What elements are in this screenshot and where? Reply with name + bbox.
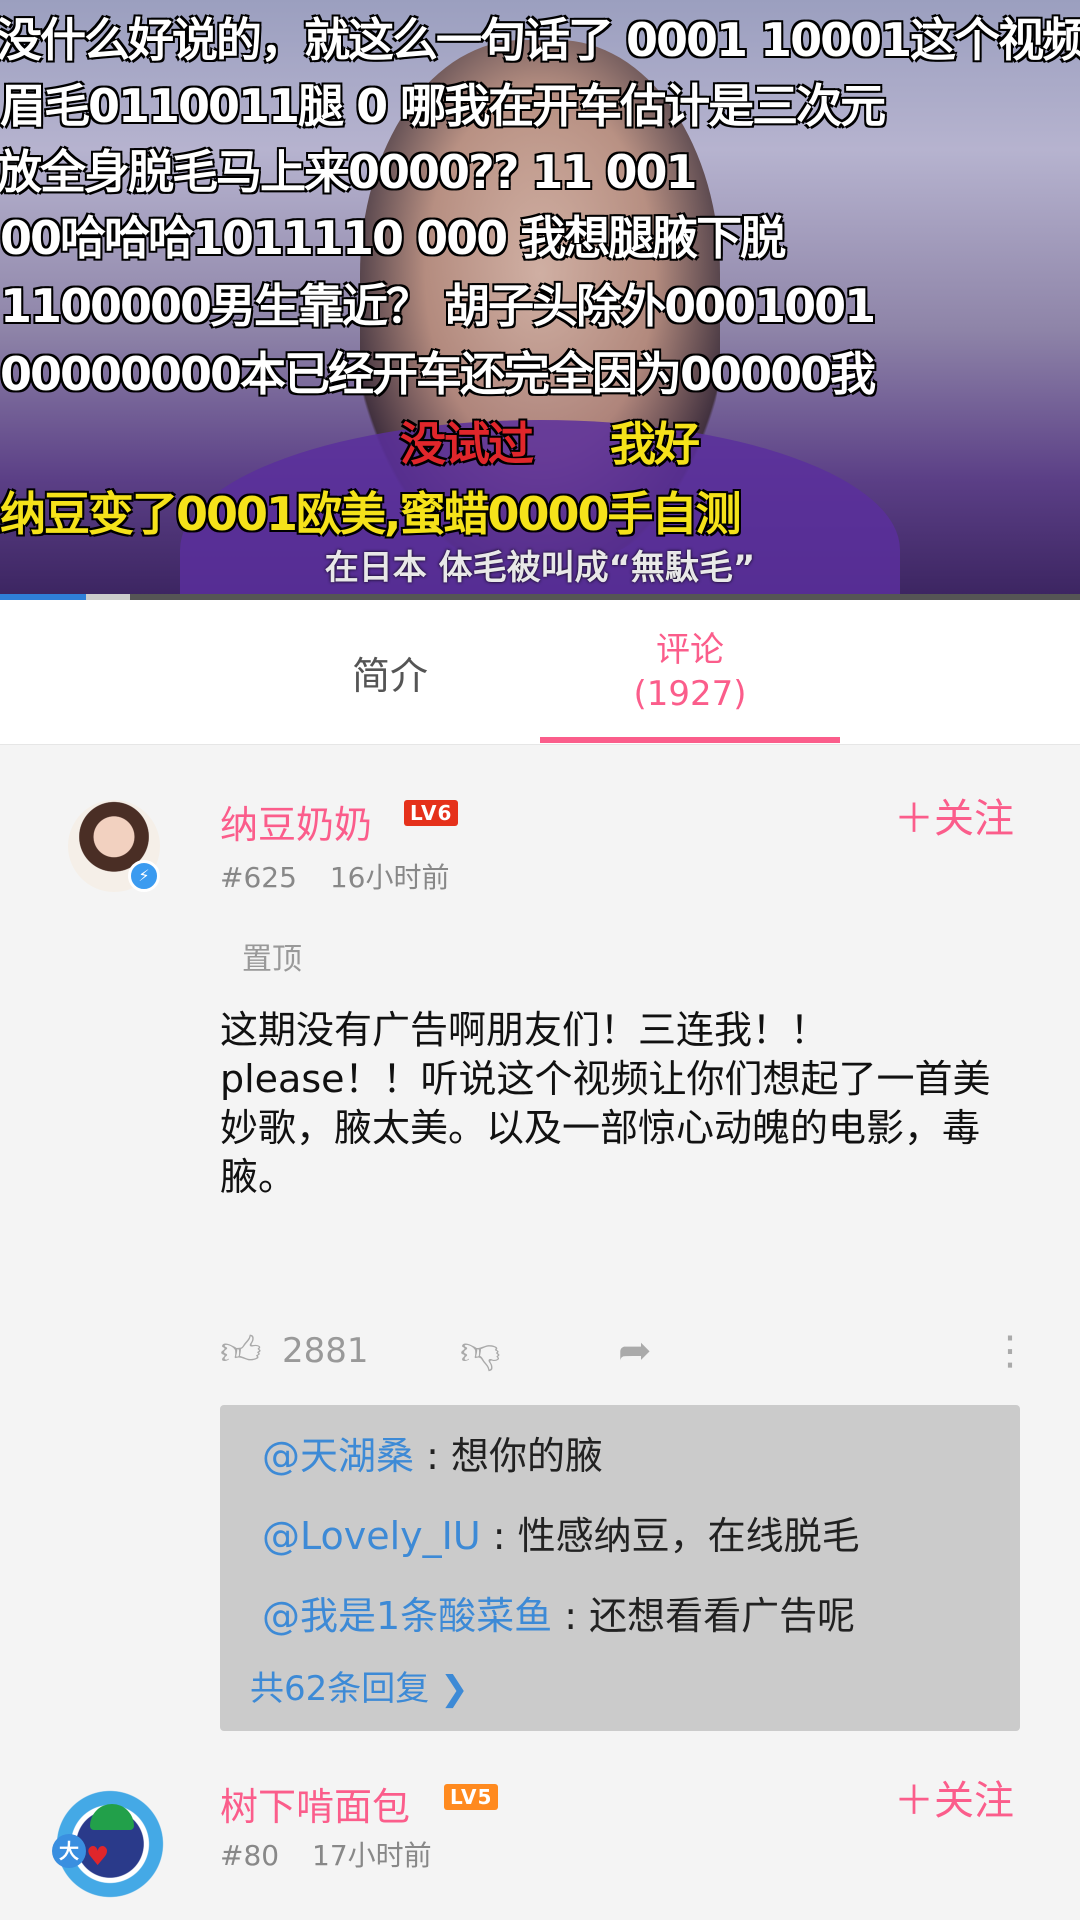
comment-floor: #80 xyxy=(220,1839,280,1872)
video-player[interactable]: 没什么好说的，就这么一句话了 0001 10001这个视频 眉毛0110011腿… xyxy=(0,0,1080,600)
comment-actions: 👍︎ 2881 👎︎ ➦ ⋮ xyxy=(220,1326,1030,1376)
comment-floor: #625 xyxy=(220,861,297,894)
tab-intro[interactable]: 简介 xyxy=(240,600,540,744)
danmaku-line: 眉毛0110011腿 0 哪我在开车估计是三次元 xyxy=(0,79,886,133)
reply-username[interactable]: @我是1条酸菜鱼 xyxy=(262,1594,552,1638)
like-icon[interactable]: 👍︎ xyxy=(220,1326,262,1376)
video-subtitle: 在日本 体毛被叫成“無駄毛” xyxy=(324,548,756,588)
danmaku-line: 00哈哈哈1011110 000 我想腿腋下脱 xyxy=(0,211,786,265)
comment-time: 17小时前 xyxy=(312,1839,432,1872)
reply-item[interactable]: @天湖桑 : 想你的腋 xyxy=(262,1425,603,1480)
comment-username[interactable]: 树下啃面包 xyxy=(220,1776,410,1831)
comment-meta: #80 17小时前 xyxy=(220,1834,456,1874)
tab-comments-count: (1927) xyxy=(633,674,747,714)
reply-text: : 还想看看广告呢 xyxy=(552,1594,856,1638)
danmaku-line: 纳豆变了0001欧美,蜜蜡0000手自测 xyxy=(0,487,742,541)
comment-text: 这期没有广告啊朋友们！三连我！！please！！听说这个视频让你们想起了一首美妙… xyxy=(220,1008,991,1199)
reply-username[interactable]: @天湖桑 xyxy=(262,1434,414,1478)
dislike-icon[interactable]: 👎︎ xyxy=(460,1326,501,1376)
avatar-cap-icon xyxy=(90,1804,134,1830)
comment-meta: #625 16小时前 xyxy=(220,856,473,896)
danmaku-line: 放全身脱毛马上来0000?? 11 001 xyxy=(0,145,697,199)
comment-username[interactable]: 纳豆奶奶 xyxy=(220,794,372,849)
heart-icon: ♥ xyxy=(86,1842,110,1872)
tab-bar: 简介 评论 (1927) xyxy=(0,600,1080,745)
tab-comments-label: 评论 xyxy=(656,630,724,670)
tab-intro-label: 简介 xyxy=(351,653,428,698)
verified-icon: ⚡ xyxy=(128,860,160,892)
reply-item[interactable]: @我是1条酸菜鱼 : 还想看看广告呢 xyxy=(262,1585,855,1640)
like-count: 2881 xyxy=(282,1331,369,1371)
follow-button[interactable]: ＋关注 xyxy=(894,1768,1014,1826)
more-icon[interactable]: ⋮ xyxy=(990,1326,1030,1376)
avatar-badge-icon: 大 xyxy=(52,1834,86,1868)
danmaku-line: 00000000本已经开车还完全因为00000我 xyxy=(0,347,876,401)
danmaku-line: 没试过 xyxy=(400,417,534,471)
tab-active-indicator xyxy=(540,737,840,743)
reply-username[interactable]: @Lovely_IU xyxy=(262,1514,481,1558)
tab-comments[interactable]: 评论 (1927) xyxy=(540,600,840,744)
share-icon[interactable]: ➦ xyxy=(618,1326,652,1376)
danmaku-line: 没什么好说的，就这么一句话了 0001 10001这个视频 xyxy=(0,13,1080,67)
reply-item[interactable]: @Lovely_IU : 性感纳豆，在线脱毛 xyxy=(262,1505,860,1560)
reply-text: : 性感纳豆，在线脱毛 xyxy=(480,1514,860,1558)
follow-button[interactable]: ＋关注 xyxy=(894,786,1014,844)
reply-box[interactable]: @天湖桑 : 想你的腋 @Lovely_IU : 性感纳豆，在线脱毛 @我是1条… xyxy=(220,1405,1020,1731)
level-badge: LV5 xyxy=(444,1784,499,1810)
reply-text: : 想你的腋 xyxy=(414,1434,603,1478)
danmaku-line: 我好 xyxy=(610,417,700,471)
view-more-replies-link[interactable]: 共62条回复 ❯ xyxy=(250,1661,469,1710)
danmaku-line: 1100000男生靠近？ 胡子头除外0001001 xyxy=(0,279,876,333)
comment-time: 16小时前 xyxy=(329,861,450,894)
avatar[interactable]: ♥ 大 xyxy=(48,1782,172,1906)
pinned-label: 置顶 xyxy=(242,942,302,977)
level-badge: LV6 xyxy=(404,800,459,826)
